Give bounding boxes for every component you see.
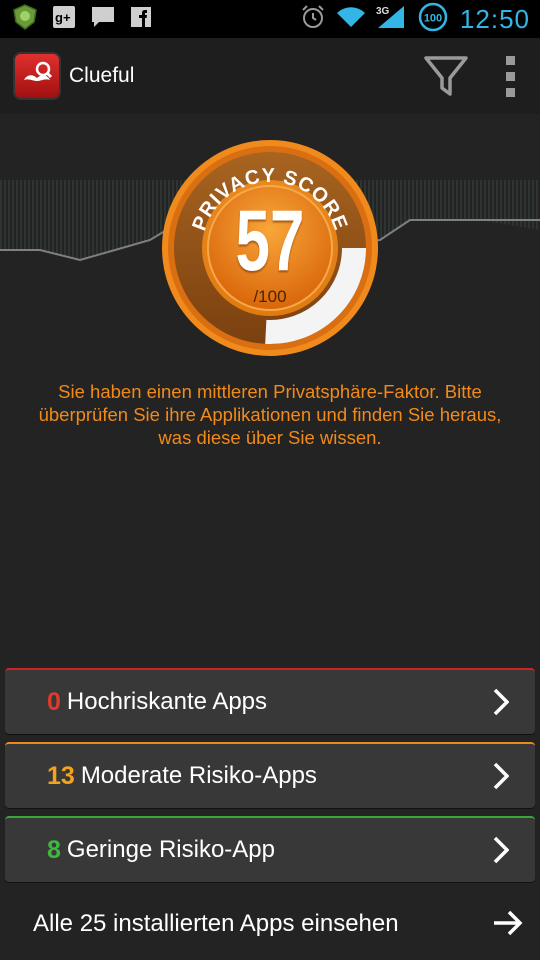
overflow-menu-icon[interactable] xyxy=(500,52,520,100)
arrow-right-icon xyxy=(494,910,523,936)
google-plus-icon: g+ xyxy=(52,5,76,34)
battery-icon: 100 xyxy=(416,2,450,37)
view-all-apps-button[interactable]: Alle 25 installierten Apps einsehen xyxy=(0,892,540,956)
wifi-icon xyxy=(336,5,366,34)
svg-text:g+: g+ xyxy=(55,10,71,25)
privacy-score-max: /100 xyxy=(253,287,287,306)
view-all-apps-label: Alle 25 installierten Apps einsehen xyxy=(33,910,399,937)
chat-icon xyxy=(90,5,116,34)
low-risk-label: Geringe Risiko-App xyxy=(66,836,275,863)
moderate-risk-apps-button[interactable]: 13 Moderate Risiko-Apps xyxy=(5,742,535,808)
svg-text:100: 100 xyxy=(424,12,442,24)
chevron-right-icon xyxy=(493,762,509,790)
chevron-right-icon xyxy=(493,688,509,716)
high-risk-label: Hochriskante Apps xyxy=(66,688,268,715)
high-risk-count: 0 xyxy=(47,687,61,716)
svg-text:3G: 3G xyxy=(376,6,390,17)
low-risk-apps-button[interactable]: 8 Geringe Risiko-App xyxy=(5,816,535,882)
shield-icon xyxy=(12,3,38,35)
clueful-app-icon[interactable] xyxy=(15,54,59,98)
status-time: 12:50 xyxy=(459,3,530,34)
chevron-right-icon xyxy=(493,836,509,864)
filter-icon[interactable] xyxy=(424,52,468,100)
action-bar: Clueful xyxy=(0,38,540,114)
low-risk-count: 8 xyxy=(47,835,61,864)
moderate-risk-count: 13 xyxy=(47,761,75,790)
score-description: Sie haben einen mittleren Privatsphäre-F… xyxy=(38,381,502,448)
moderate-risk-label: Moderate Risiko-Apps xyxy=(80,762,317,789)
signal-icon: 3G xyxy=(376,4,406,35)
app-title: Clueful xyxy=(69,64,135,87)
alarm-icon xyxy=(300,4,326,35)
high-risk-apps-button[interactable]: 0 Hochriskante Apps xyxy=(5,668,535,734)
facebook-icon xyxy=(130,6,152,33)
privacy-score-value: 57 xyxy=(235,193,305,289)
status-bar: g+ 3G 100 12:50 xyxy=(0,0,540,38)
